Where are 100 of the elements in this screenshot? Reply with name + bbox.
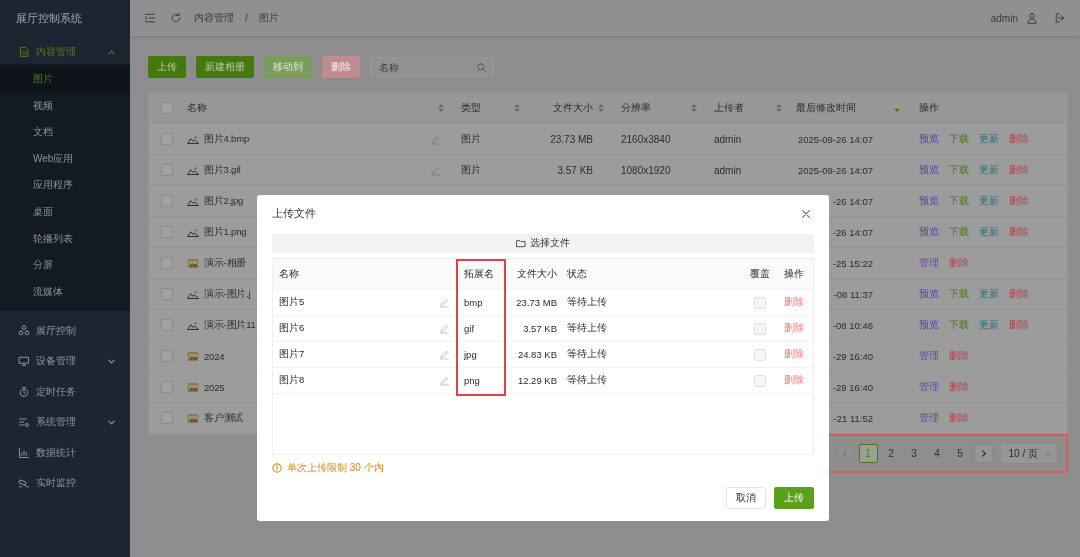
page-size-select[interactable]: 10 / 页	[999, 443, 1058, 464]
nav-item[interactable]: 系统管理	[0, 406, 130, 438]
action-link[interactable]: 删除	[949, 380, 969, 394]
action-link[interactable]: 下载	[949, 163, 969, 177]
logout-icon[interactable]	[1054, 12, 1066, 24]
nav-subitem[interactable]: 文档	[0, 119, 130, 146]
page-button[interactable]: 2	[881, 444, 901, 463]
edit-icon[interactable]	[439, 297, 450, 308]
sort-icon[interactable]	[513, 102, 521, 114]
file-name[interactable]: 演示-相册	[204, 256, 247, 270]
action-link[interactable]: 删除	[949, 411, 969, 425]
file-name[interactable]: 图片4.bmp	[204, 132, 249, 146]
dialog-button[interactable]: 取消	[726, 487, 766, 509]
overwrite-checkbox[interactable]	[754, 348, 766, 361]
delete-link[interactable]: 删除	[784, 348, 804, 361]
action-link[interactable]: 预览	[919, 194, 939, 208]
delete-link[interactable]: 删除	[784, 374, 804, 387]
overwrite-checkbox[interactable]	[754, 296, 766, 309]
nav-subitem[interactable]: 轮播列表	[0, 225, 130, 253]
nav-subitem[interactable]: 分屏	[0, 252, 130, 279]
action-link[interactable]: 预览	[919, 287, 939, 301]
action-link[interactable]: 预览	[919, 163, 939, 177]
action-link[interactable]: 更新	[979, 194, 999, 208]
page-button[interactable]: 4	[927, 444, 947, 463]
nav-subitem[interactable]: Web应用	[0, 145, 130, 173]
nav-subitem[interactable]: 桌面	[0, 198, 130, 226]
file-name[interactable]: 演示-图片.j	[204, 287, 251, 301]
action-link[interactable]: 删除	[1009, 225, 1029, 239]
delete-link[interactable]: 删除	[784, 296, 804, 309]
search-icon[interactable]	[476, 61, 487, 73]
row-checkbox[interactable]	[161, 319, 173, 331]
edit-icon[interactable]	[430, 133, 441, 145]
row-checkbox[interactable]	[161, 257, 173, 269]
sort-icon[interactable]	[437, 102, 445, 114]
page-button[interactable]: 1	[858, 444, 878, 463]
action-link[interactable]: 更新	[979, 163, 999, 177]
delete-link[interactable]: 删除	[784, 322, 804, 335]
action-link[interactable]: 更新	[979, 318, 999, 332]
edit-icon[interactable]	[439, 323, 450, 334]
action-link[interactable]: 管理	[919, 411, 939, 425]
nav-item[interactable]: 展厅控制	[0, 315, 130, 346]
nav-item[interactable]: 数据统计	[0, 437, 130, 468]
overwrite-checkbox[interactable]	[754, 322, 766, 335]
action-link[interactable]: 预览	[919, 132, 939, 146]
sort-icon[interactable]	[597, 102, 605, 114]
user-icon[interactable]	[1026, 12, 1038, 24]
row-checkbox[interactable]	[161, 350, 173, 362]
action-link[interactable]: 更新	[979, 225, 999, 239]
page-button[interactable]: 3	[904, 444, 924, 463]
nav-subitem[interactable]: 应用程序	[0, 172, 130, 199]
nav-subitem[interactable]: 视频	[0, 92, 130, 120]
refresh-icon[interactable]	[170, 12, 182, 24]
action-link[interactable]: 更新	[979, 132, 999, 146]
next-page-button[interactable]	[973, 444, 993, 463]
action-link[interactable]: 删除	[1009, 194, 1029, 208]
action-link[interactable]: 删除	[1009, 132, 1029, 146]
action-link[interactable]: 删除	[1009, 163, 1029, 177]
sort-icon[interactable]	[690, 102, 698, 114]
nav-subitem[interactable]: 图片	[0, 66, 130, 93]
toolbar-button[interactable]: 上传	[148, 56, 186, 78]
action-link[interactable]: 下载	[949, 225, 969, 239]
row-checkbox[interactable]	[161, 381, 173, 393]
row-checkbox[interactable]	[161, 133, 173, 145]
toolbar-button[interactable]: 新建相册	[196, 56, 254, 78]
row-checkbox[interactable]	[161, 226, 173, 238]
nav-subitem[interactable]: 流媒体	[0, 278, 130, 306]
nav-item[interactable]: 内容管理	[0, 40, 130, 64]
edit-icon[interactable]	[439, 349, 450, 360]
overwrite-checkbox[interactable]	[754, 374, 766, 387]
edit-icon[interactable]	[430, 164, 441, 176]
row-checkbox[interactable]	[161, 195, 173, 207]
action-link[interactable]: 预览	[919, 318, 939, 332]
row-checkbox[interactable]	[161, 412, 173, 424]
action-link[interactable]: 管理	[919, 256, 939, 270]
action-link[interactable]: 管理	[919, 349, 939, 363]
row-checkbox[interactable]	[161, 164, 173, 176]
action-link[interactable]: 管理	[919, 380, 939, 394]
action-link[interactable]: 下载	[949, 318, 969, 332]
close-icon[interactable]	[801, 209, 811, 219]
action-link[interactable]: 删除	[949, 349, 969, 363]
file-name[interactable]: 图片3.gif	[204, 163, 241, 177]
nav-item[interactable]: 定时任务	[0, 376, 130, 407]
user-name[interactable]: admin	[990, 12, 1018, 24]
breadcrumb-item[interactable]: 内容管理	[194, 11, 234, 25]
file-name[interactable]: 2025	[204, 381, 225, 393]
action-link[interactable]: 下载	[949, 287, 969, 301]
sort-icon[interactable]	[775, 102, 783, 114]
action-link[interactable]: 预览	[919, 225, 939, 239]
dialog-button[interactable]: 上传	[774, 487, 814, 509]
file-name[interactable]: 客户测试	[204, 411, 244, 425]
edit-icon[interactable]	[439, 375, 450, 386]
nav-item[interactable]: 实时监控	[0, 467, 130, 499]
action-link[interactable]: 删除	[949, 256, 969, 270]
action-link[interactable]: 删除	[1009, 318, 1029, 332]
nav-item[interactable]: 设备管理	[0, 345, 130, 377]
file-name[interactable]: 演示-图片11	[204, 318, 256, 332]
select-all-checkbox[interactable]	[161, 102, 173, 114]
action-link[interactable]: 更新	[979, 287, 999, 301]
file-name[interactable]: 2024	[204, 350, 225, 362]
action-link[interactable]: 下载	[949, 194, 969, 208]
